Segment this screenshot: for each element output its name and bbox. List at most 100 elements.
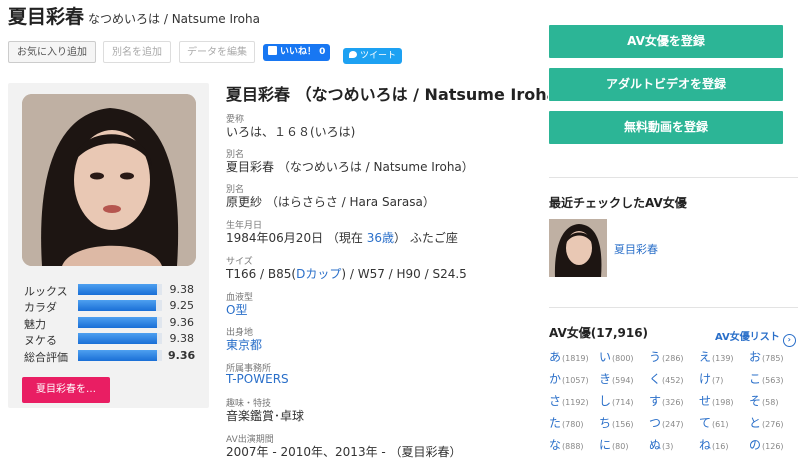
hobby-value: 音楽鑑賞･卓球 <box>226 409 305 423</box>
kana-count: (80) <box>612 442 629 451</box>
recent-actress-thumbnail[interactable] <box>549 219 607 277</box>
kana-index-item[interactable]: き(594) <box>599 368 649 390</box>
size-value: T166 / B85(Dカップ) / W57 / H90 / S24.5 <box>226 265 467 282</box>
portrait-image <box>22 94 196 266</box>
stat-bar-body <box>78 300 162 311</box>
kana-letter: う <box>649 350 662 364</box>
kana-index-item[interactable]: せ(198) <box>699 390 749 412</box>
kana-index-item[interactable]: く(452) <box>649 368 699 390</box>
kana-count: (286) <box>662 354 684 363</box>
kana-index-item[interactable]: た(780) <box>549 412 599 434</box>
kana-count: (276) <box>762 420 784 429</box>
kana-count: (780) <box>562 420 584 429</box>
edit-data-button[interactable]: データを編集 <box>179 41 255 63</box>
size-text-rest: ) / W57 / H90 / S24.5 <box>341 267 467 281</box>
kana-letter: お <box>749 350 762 364</box>
stat-value-overall: 9.36 <box>168 349 196 362</box>
kana-index-item[interactable]: あ(1819) <box>549 346 599 368</box>
kana-index-item[interactable]: け(7) <box>699 368 749 390</box>
stat-label-looks: ルックス <box>24 285 68 298</box>
kana-index-item[interactable]: ね(16) <box>699 434 749 456</box>
cup-link[interactable]: Dカップ <box>296 267 341 281</box>
kana-index-item[interactable]: さ(1192) <box>549 390 599 412</box>
kana-index-item[interactable]: す(326) <box>649 390 699 412</box>
kana-letter: の <box>749 438 762 452</box>
blood-type-link[interactable]: O型 <box>226 301 247 318</box>
agency-link[interactable]: T-POWERS <box>226 372 289 386</box>
kana-count: (326) <box>662 398 684 407</box>
kana-index-item[interactable]: お(785) <box>749 346 799 368</box>
alias2-value: 原更紗 （はらさらさ / Hara Sarasa） <box>226 195 435 209</box>
kana-count: (800) <box>612 354 634 363</box>
recent-actress-link[interactable]: 夏目彩春 <box>614 241 658 257</box>
kana-letter: し <box>599 394 612 408</box>
period-value: 2007年 - 2010年、2013年 - （夏目彩春） <box>226 445 462 459</box>
kana-letter: た <box>549 416 562 430</box>
register-actress-button[interactable]: AV女優を登録 <box>549 25 783 58</box>
register-free-video-button[interactable]: 無料動画を登録 <box>549 111 783 144</box>
kana-index-item[interactable]: ち(156) <box>599 412 649 434</box>
age-link[interactable]: 36歳 <box>367 231 394 245</box>
like-count: 0 <box>319 47 326 57</box>
kana-index-item[interactable]: ぬ(3) <box>649 434 699 456</box>
kana-index-item[interactable]: い(800) <box>599 346 649 368</box>
kana-letter: て <box>699 416 712 430</box>
nickname-value: いろは、１６８(いろは) <box>226 125 356 139</box>
alias-value: 夏目彩春 （なつめいろは / Natsume Iroha） <box>226 160 474 174</box>
kana-letter: ね <box>699 438 712 452</box>
actress-menu-button[interactable]: 夏目彩春を… <box>22 377 110 403</box>
kana-letter: き <box>599 372 612 386</box>
kana-count: (594) <box>612 376 634 385</box>
kana-letter: く <box>649 372 662 386</box>
stat-bar-looks <box>78 284 162 295</box>
thumbs-up-icon <box>268 46 277 55</box>
stat-bar-appeal <box>78 333 162 344</box>
kana-letter: ぬ <box>649 438 662 452</box>
kana-index-item[interactable]: こ(563) <box>749 368 799 390</box>
kana-index-item[interactable]: え(139) <box>699 346 749 368</box>
zodiac-text: ） ふたご座 <box>394 231 458 245</box>
actress-photo <box>22 94 196 266</box>
kana-letter: つ <box>649 416 662 430</box>
stat-value-charm: 9.36 <box>169 316 195 329</box>
kana-index-item[interactable]: な(888) <box>549 434 599 456</box>
kana-count: (888) <box>562 442 584 451</box>
kana-index-item[interactable]: て(61) <box>699 412 749 434</box>
kana-index-item[interactable]: し(714) <box>599 390 649 412</box>
kana-letter: な <box>549 438 562 452</box>
kana-count: (785) <box>762 354 784 363</box>
tweet-button[interactable]: ツイート <box>343 48 403 64</box>
add-favorite-button[interactable]: お気に入り追加 <box>8 41 96 63</box>
kana-index-item[interactable]: と(276) <box>749 412 799 434</box>
kana-count: (452) <box>662 376 684 385</box>
facebook-like-button[interactable]: いいね！ 0 <box>263 44 331 61</box>
actress-name: 夏目彩春 <box>8 6 85 28</box>
kana-count: (61) <box>712 420 729 429</box>
kana-letter: に <box>599 438 612 452</box>
divider <box>549 307 798 308</box>
stat-value-body: 9.25 <box>169 299 195 312</box>
kana-index-item[interactable]: つ(247) <box>649 412 699 434</box>
stat-bar-overall <box>78 350 162 361</box>
birthdate-value: 1984年06月20日 （現在 36歳） ふたご座 <box>226 229 458 246</box>
kana-index-item[interactable]: う(286) <box>649 346 699 368</box>
kana-letter: と <box>749 416 762 430</box>
birthplace-link[interactable]: 東京都 <box>226 336 262 353</box>
twitter-bird-icon <box>349 51 357 58</box>
kana-count: (198) <box>712 398 734 407</box>
size-text: T166 / B85( <box>226 267 297 281</box>
kana-index-item[interactable]: に(80) <box>599 434 649 456</box>
stat-label-body: カラダ <box>24 301 57 314</box>
actress-list-link[interactable]: AV女優リスト › <box>715 328 796 347</box>
kana-letter: さ <box>549 394 562 408</box>
kana-count: (563) <box>762 376 784 385</box>
kana-index-item[interactable]: そ(58) <box>749 390 799 412</box>
recent-title: 最近チェックしたAV女優 <box>549 196 687 210</box>
kana-index-item[interactable]: の(126) <box>749 434 799 456</box>
add-alias-button[interactable]: 別名を追加 <box>103 41 171 63</box>
register-video-button[interactable]: アダルトビデオを登録 <box>549 68 783 101</box>
stat-label-overall: 総合評価 <box>24 351 68 364</box>
kana-count: (7) <box>712 376 724 385</box>
kana-index-item[interactable]: か(1057) <box>549 368 599 390</box>
kana-letter: え <box>699 350 712 364</box>
